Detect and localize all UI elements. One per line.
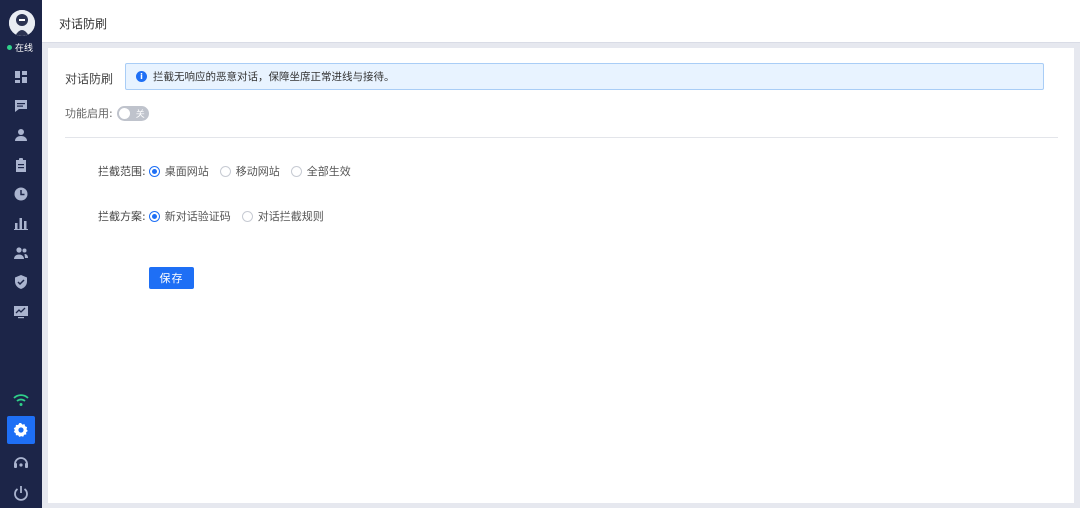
nav-monitor-chart-icon[interactable] <box>9 302 33 322</box>
nav-team-icon[interactable] <box>9 243 33 263</box>
power-icon[interactable] <box>7 479 35 507</box>
radio-label: 对话拦截规则 <box>257 210 324 223</box>
scheme-row: 拦截方案: 新对话验证码 对话拦截规则 <box>98 208 335 224</box>
radio-label: 新对话验证码 <box>164 210 231 223</box>
divider <box>65 137 1058 138</box>
scope-option-desktop[interactable]: 桌面网站 <box>148 163 209 179</box>
enable-row: 功能启用: 关 <box>65 105 149 121</box>
sidebar: 在线 <box>0 0 42 508</box>
status-dot <box>7 44 12 50</box>
toggle-knob <box>118 107 130 119</box>
headset-icon[interactable] <box>7 449 35 477</box>
scope-option-mobile[interactable]: 移动网站 <box>219 163 280 179</box>
info-alert: i 拦截无响应的恶意对话，保障坐席正常进线与接待。 <box>125 63 1044 90</box>
radio-circle <box>148 210 160 222</box>
status-text: 在线 <box>15 43 34 54</box>
online-status: 在线 <box>7 41 41 54</box>
radio-label: 移动网站 <box>235 165 280 178</box>
section-label: 对话防刷 <box>65 72 114 86</box>
page-title: 对话防刷 <box>59 17 108 31</box>
settings-panel: 对话防刷 i 拦截无响应的恶意对话，保障坐席正常进线与接待。 功能启用: 关 拦… <box>48 48 1074 503</box>
scheme-label: 拦截方案: <box>98 210 146 223</box>
toggle-text: 关 <box>135 109 145 120</box>
scheme-option-rules[interactable]: 对话拦截规则 <box>241 208 324 224</box>
nav-clock-icon[interactable] <box>9 184 33 204</box>
radio-circle <box>219 165 231 177</box>
enable-toggle[interactable]: 关 <box>116 105 149 121</box>
save-button[interactable]: 保存 <box>149 267 194 289</box>
nav-clipboard-icon[interactable] <box>9 155 33 175</box>
scope-label: 拦截范围: <box>98 165 146 178</box>
scope-row: 拦截范围: 桌面网站 移动网站 全部生效 <box>98 163 362 179</box>
wifi-icon[interactable] <box>7 386 35 414</box>
top-header: 对话防刷 <box>42 0 1080 43</box>
nav-bar-chart-icon[interactable] <box>9 213 33 233</box>
info-icon: i <box>136 71 147 82</box>
enable-label: 功能启用: <box>65 107 113 120</box>
nav-chat-icon[interactable] <box>9 96 33 116</box>
radio-circle <box>290 165 302 177</box>
radio-circle <box>148 165 160 177</box>
scope-option-all[interactable]: 全部生效 <box>290 163 351 179</box>
robot-avatar-icon <box>9 10 35 36</box>
alert-text: 拦截无响应的恶意对话，保障坐席正常进线与接待。 <box>153 71 395 83</box>
scheme-option-captcha[interactable]: 新对话验证码 <box>148 208 231 224</box>
nav-dashboard-icon[interactable] <box>9 67 33 87</box>
avatar[interactable] <box>9 10 35 36</box>
nav-shield-icon[interactable] <box>9 272 33 292</box>
radio-label: 桌面网站 <box>164 165 209 178</box>
radio-label: 全部生效 <box>306 165 351 178</box>
nav-user-icon[interactable] <box>9 125 33 145</box>
settings-icon[interactable] <box>7 416 35 444</box>
radio-circle <box>241 210 253 222</box>
